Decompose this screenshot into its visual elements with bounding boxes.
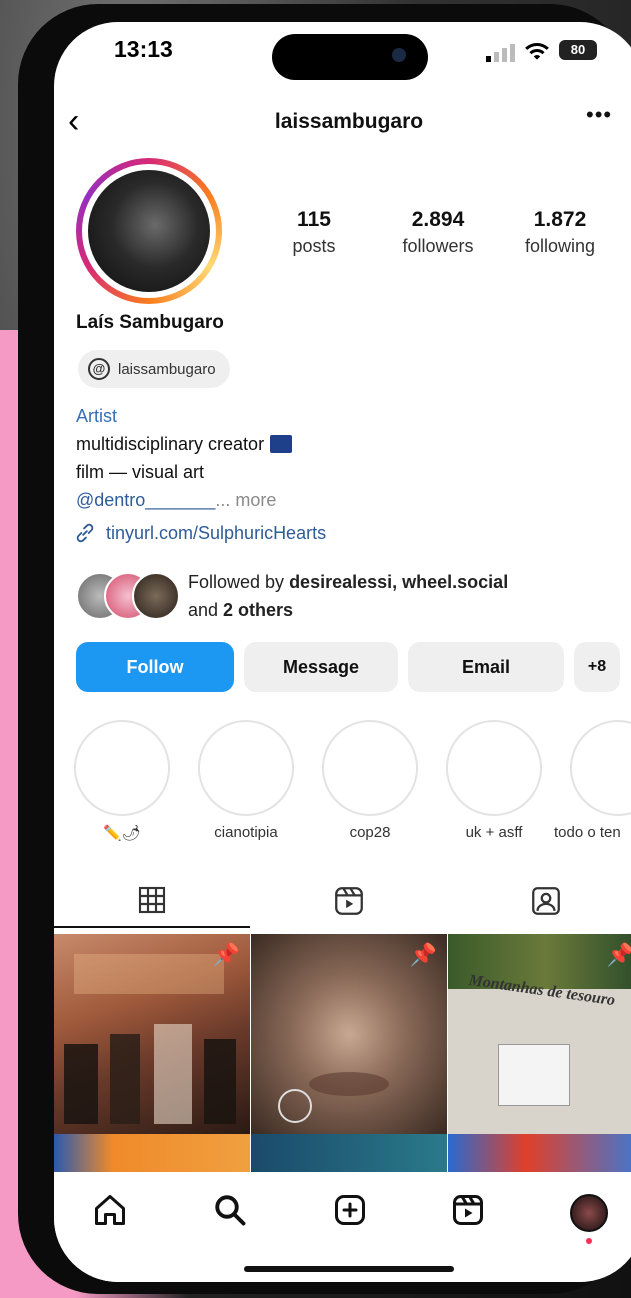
followed-by-names: desirealessi, wheel.social	[289, 572, 509, 592]
followed-by-and: and	[188, 600, 224, 620]
external-link[interactable]: tinyurl.com/SulphuricHearts	[74, 522, 326, 544]
more-options-icon[interactable]: •••	[586, 102, 612, 128]
active-tab-indicator	[54, 926, 250, 928]
status-time: 13:13	[114, 36, 173, 62]
mutual-avatar	[132, 572, 180, 620]
profile-nav-avatar[interactable]	[570, 1194, 608, 1232]
search-icon[interactable]	[212, 1192, 248, 1228]
highlight-label: todo o ten	[554, 824, 621, 841]
page-title: laissambugaro	[274, 110, 424, 133]
category-label: Artist	[76, 406, 118, 426]
follow-button[interactable]: Follow	[76, 642, 234, 692]
home-icon[interactable]	[92, 1192, 128, 1228]
stat-posts[interactable]: 115 posts	[254, 208, 374, 257]
bio-line-2: film — visual art	[76, 462, 205, 482]
full-name: Laís Sambugaro	[76, 312, 224, 333]
stat-posts-label: posts	[292, 236, 336, 256]
stat-following[interactable]: 1.872 following	[500, 208, 620, 257]
post-thumbnail[interactable]: Montanhas de tesouro 📌	[448, 934, 631, 1134]
tagged-icon[interactable]	[529, 884, 563, 918]
post-thumbnail[interactable]	[54, 1134, 250, 1174]
bio-line-1: multidisciplinary creator	[76, 434, 293, 455]
avatar[interactable]	[88, 170, 210, 292]
threads-icon: @	[88, 358, 110, 380]
phone-screen: 13:13 80 ‹ laissambugaro ••• 115 posts 2…	[54, 22, 631, 1282]
notification-dot	[586, 1238, 592, 1244]
post-thumbnail[interactable]: 📌	[54, 934, 250, 1134]
threads-handle: laissambugaro	[118, 360, 216, 378]
stat-posts-value: 115	[297, 208, 331, 231]
message-button[interactable]: Message	[244, 642, 398, 692]
stat-following-label: following	[524, 236, 596, 256]
create-icon[interactable]	[332, 1192, 368, 1228]
battery-indicator: 80	[559, 40, 597, 60]
followed-by-others: 2 others	[223, 600, 294, 620]
mutual-followers-avatars[interactable]	[76, 572, 180, 620]
post-thumbnail[interactable]: 📌	[251, 934, 447, 1134]
home-indicator	[244, 1266, 454, 1272]
highlight-circle[interactable]	[322, 720, 418, 816]
phone-frame: 13:13 80 ‹ laissambugaro ••• 115 posts 2…	[18, 4, 631, 1294]
post-thumbnail[interactable]	[251, 1134, 447, 1174]
grid-icon[interactable]	[136, 884, 168, 916]
pinned-icon: 📌	[212, 942, 240, 967]
bio-more-link[interactable]: ... more	[215, 490, 276, 510]
highlight-circle[interactable]	[74, 720, 170, 816]
external-link-text: tinyurl.com/SulphuricHearts	[106, 522, 327, 543]
highlight-label: ✏️🌶	[103, 825, 141, 842]
bio-line-3: @dentro_______... more	[76, 490, 276, 511]
highlight-circle[interactable]	[446, 720, 542, 816]
stat-followers-label: followers	[402, 236, 474, 256]
reels-nav-icon[interactable]	[450, 1192, 486, 1228]
post-thumbnail[interactable]	[448, 1134, 631, 1174]
email-button[interactable]: Email	[408, 642, 564, 692]
followed-by-text[interactable]: Followed by desirealessi, wheel.social a…	[188, 568, 608, 624]
highlight-circle[interactable]	[570, 720, 631, 816]
flag-icon	[270, 435, 293, 453]
wifi-icon	[525, 43, 549, 60]
highlight-label: cop28	[349, 824, 391, 841]
reels-icon[interactable]	[332, 884, 366, 918]
bio-line-1-text: multidisciplinary creator	[76, 434, 265, 454]
signal-icon	[486, 44, 515, 62]
bio-mention-link[interactable]: @dentro_______	[76, 490, 215, 510]
link-icon	[76, 523, 94, 543]
threads-badge[interactable]: @ laissambugaro	[78, 350, 230, 388]
camera-dot	[392, 48, 406, 62]
followed-by-prefix: Followed by	[188, 572, 290, 592]
highlight-label: cianotipia	[214, 824, 278, 841]
stat-followers[interactable]: 2.894 followers	[378, 208, 498, 257]
pinned-icon: 📌	[606, 942, 631, 967]
suggested-users-button[interactable]: +8	[574, 642, 620, 692]
pinned-icon: 📌	[409, 942, 437, 967]
post-inset-photo	[498, 1044, 570, 1106]
highlight-label: uk + asff	[465, 824, 523, 841]
highlight-circle[interactable]	[198, 720, 294, 816]
stat-following-value: 1.872	[533, 208, 587, 231]
stat-followers-value: 2.894	[411, 208, 465, 231]
